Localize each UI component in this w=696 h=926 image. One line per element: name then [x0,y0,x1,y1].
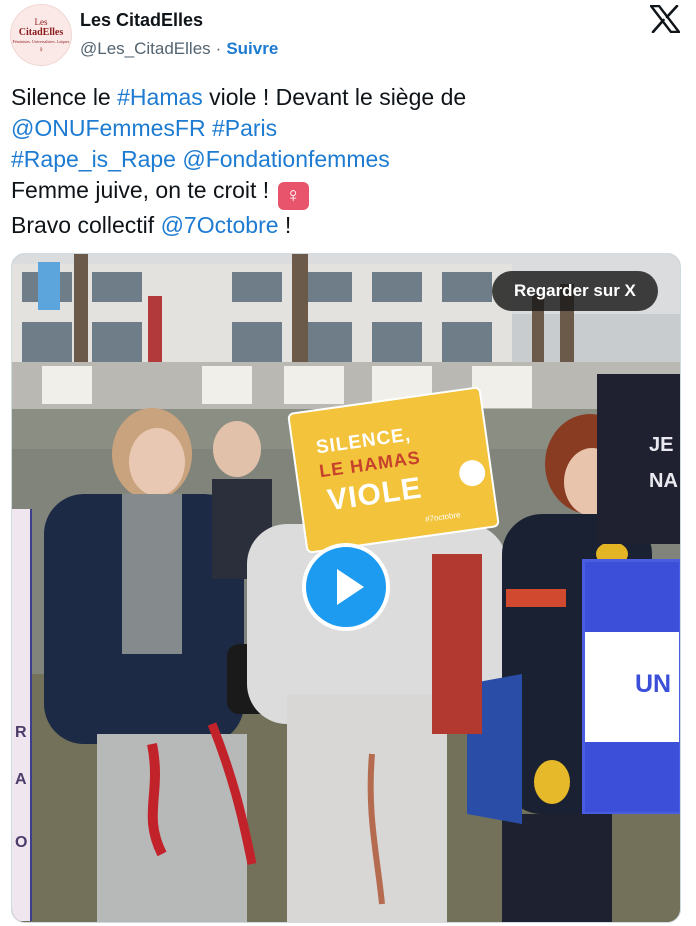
tweet-line-5: Bravo collectif @7Octobre ! [11,210,681,241]
account-handle-row: @Les_CitadElles · Suivre [80,39,278,59]
x-logo-icon[interactable] [650,5,680,33]
separator: · [215,39,222,58]
left-sign-char1: R [15,724,27,741]
sign-logo-icon [457,458,487,488]
tweet-line-4: Femme juive, on te croit ! ♀ [11,175,681,210]
female-sign-emoji-icon: ♀ [277,182,309,210]
play-button[interactable] [302,543,390,631]
tweet-text-segment: ! [278,212,292,238]
tweet-line-2: @ONUFemmesFR #Paris [11,113,681,144]
video-player[interactable]: JE NA R A O SILENCE, LE HAMAS VIOLE #7oc… [11,253,681,923]
watch-on-x-button[interactable]: Regarder sur X [492,271,658,311]
account-name[interactable]: Les CitadElles [80,10,203,31]
mention-onufemmesfr-link[interactable]: @ONUFemmesFR [11,115,206,141]
hashtag-paris-link[interactable]: #Paris [212,115,277,141]
left-sign-char2: A [15,771,27,788]
dark-sign-line1: JE [649,434,674,456]
un-sign-band-bottom [585,742,679,812]
avatar-text-line1: Les [34,16,48,27]
mention-7octobre-link[interactable]: @7Octobre [161,212,279,238]
tweet-text-segment: viole ! Devant le siège de [202,84,467,110]
tweet-line-3: #Rape_is_Rape @Fondationfemmes [11,144,681,175]
account-handle[interactable]: @Les_CitadElles [80,39,211,58]
follow-button[interactable]: Suivre [226,39,278,58]
tweet-text-segment: Silence le [11,84,118,110]
tweet-line-1: Silence le #Hamas viole ! Devant le sièg… [11,82,681,113]
avatar[interactable]: Les CitadElles Féministes. Universaliste… [10,4,72,66]
dark-sign-line2: NA [649,470,678,492]
avatar-symbol: ♀ [38,44,44,54]
left-sign-char3: O [15,834,28,851]
hashtag-hamas-link[interactable]: #Hamas [117,84,203,110]
un-sign-text: UN [635,670,672,698]
protest-sign-un: UN [582,559,680,814]
un-sign-band-top [585,562,679,632]
avatar-text-line2: CitadElles [18,26,64,38]
hashtag-rape-is-rape-link[interactable]: #Rape_is_Rape [11,146,176,172]
sign-tag: #7octobre [424,510,462,525]
protest-sign-left: R A O [12,509,32,921]
tweet-text-segment: Femme juive, on te croit ! [11,177,276,203]
tweet-text-segment: Bravo collectif [11,212,161,238]
play-icon [337,569,364,605]
tweet-text: Silence le #Hamas viole ! Devant le sièg… [11,82,681,241]
protest-sign-dark: JE NA [597,374,680,544]
tweet-header: Les CitadElles Féministes. Universaliste… [0,0,696,70]
mention-fondationfemmes-link[interactable]: @Fondationfemmes [182,146,389,172]
protest-sign-yellow: SILENCE, LE HAMAS VIOLE #7octobre [287,386,500,554]
